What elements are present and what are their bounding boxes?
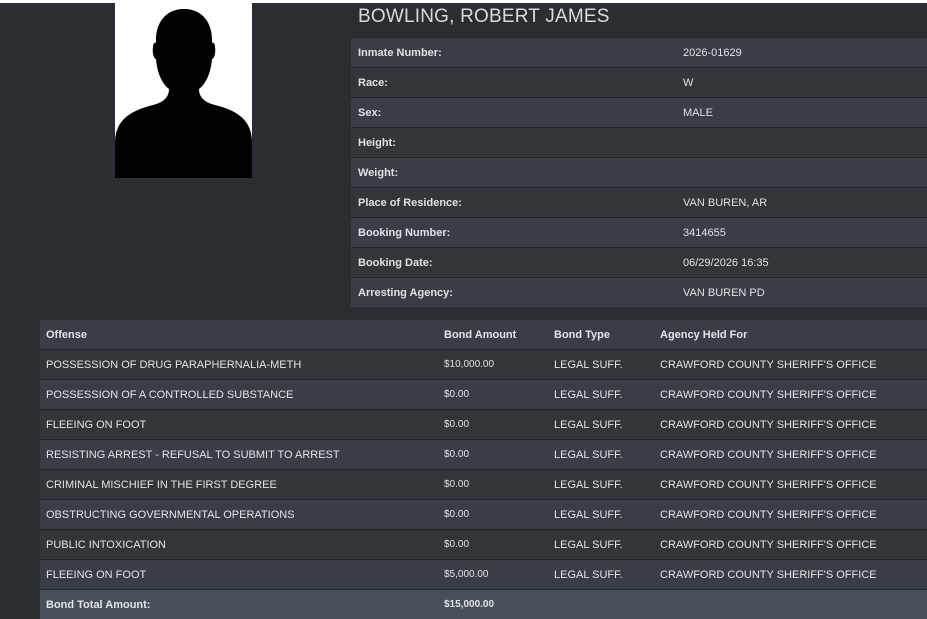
bond-amount-cell: $5,000.00 [444,569,489,580]
offense-cell: FLEEING ON FOOT [46,568,147,581]
detail-row-sex: Sex: MALE [351,97,927,127]
inmate-photo [115,3,252,178]
table-row: RESISTING ARREST - REFUSAL TO SUBMIT TO … [40,439,927,469]
agency-cell: CRAWFORD COUNTY SHERIFF'S OFFICE [660,358,877,371]
offense-cell: POSSESSION OF A CONTROLLED SUBSTANCE [46,388,294,401]
bond-type-cell: LEGAL SUFF. [554,418,623,431]
detail-row-height: Height: [351,127,927,157]
detail-value: 3414655 [683,226,726,239]
detail-value: MALE [683,106,713,119]
detail-row-inmate-number: Inmate Number: 2026-01629 [351,37,927,67]
bond-type-cell: LEGAL SUFF. [554,448,623,461]
agency-cell: CRAWFORD COUNTY SHERIFF'S OFFICE [660,568,877,581]
charges-header-row: Offense Bond Amount Bond Type Agency Hel… [40,320,927,349]
detail-label: Height: [358,136,396,149]
detail-label: Weight: [358,166,399,179]
offense-cell: CRIMINAL MISCHIEF IN THE FIRST DEGREE [46,478,277,491]
agency-cell: CRAWFORD COUNTY SHERIFF'S OFFICE [660,418,877,431]
agency-cell: CRAWFORD COUNTY SHERIFF'S OFFICE [660,508,877,521]
offense-cell: PUBLIC INTOXICATION [46,538,167,551]
bond-amount-cell: $0.00 [444,509,470,520]
agency-cell: CRAWFORD COUNTY SHERIFF'S OFFICE [660,388,877,401]
person-silhouette-icon [115,3,252,178]
offense-cell: FLEEING ON FOOT [46,418,147,431]
table-row: FLEEING ON FOOT $5,000.00 LEGAL SUFF. CR… [40,559,927,589]
bond-amount-cell: $10,000.00 [444,359,495,370]
bond-amount-cell: $0.00 [444,419,470,430]
table-row: POSSESSION OF DRUG PARAPHERNALIA-METH $1… [40,349,927,379]
bond-type-cell: LEGAL SUFF. [554,388,623,401]
detail-row-race: Race: W [351,67,927,97]
table-row: OBSTRUCTING GOVERNMENTAL OPERATIONS $0.0… [40,499,927,529]
column-header-bond-type: Bond Type [554,328,611,341]
detail-value: W [683,76,694,89]
detail-label: Sex: [358,106,382,119]
detail-label: Race: [358,76,388,89]
detail-row-residence: Place of Residence: VAN BUREN, AR [351,187,927,217]
table-row: PUBLIC INTOXICATION $0.00 LEGAL SUFF. CR… [40,529,927,559]
detail-value: VAN BUREN, AR [683,196,768,209]
bond-amount-cell: $0.00 [444,389,470,400]
charges-table: Offense Bond Amount Bond Type Agency Hel… [40,320,927,619]
table-row: FLEEING ON FOOT $0.00 LEGAL SUFF. CRAWFO… [40,409,927,439]
column-header-offense: Offense [46,328,87,341]
column-header-bond-amount: Bond Amount [444,328,517,341]
detail-value: VAN BUREN PD [683,286,765,299]
bond-total-value: $15,000.00 [444,599,495,610]
bond-amount-cell: $0.00 [444,479,470,490]
agency-cell: CRAWFORD COUNTY SHERIFF'S OFFICE [660,478,877,491]
offense-cell: POSSESSION OF DRUG PARAPHERNALIA-METH [46,358,302,371]
bond-type-cell: LEGAL SUFF. [554,478,623,491]
detail-row-arresting-agency: Arresting Agency: VAN BUREN PD [351,277,927,307]
bond-total-label: Bond Total Amount: [46,598,151,611]
bond-amount-cell: $0.00 [444,449,470,460]
offense-cell: OBSTRUCTING GOVERNMENTAL OPERATIONS [46,508,295,521]
bond-type-cell: LEGAL SUFF. [554,358,623,371]
detail-label: Booking Number: [358,226,451,239]
column-header-agency: Agency Held For [660,328,748,341]
offense-cell: RESISTING ARREST - REFUSAL TO SUBMIT TO … [46,448,340,461]
detail-row-booking-number: Booking Number: 3414655 [351,217,927,247]
bond-amount-cell: $0.00 [444,539,470,550]
detail-row-weight: Weight: [351,157,927,187]
table-row: CRIMINAL MISCHIEF IN THE FIRST DEGREE $0… [40,469,927,499]
bond-type-cell: LEGAL SUFF. [554,538,623,551]
detail-value: 06/29/2026 16:35 [683,256,769,269]
detail-value: 2026-01629 [683,46,742,59]
inmate-details-table: Inmate Number: 2026-01629 Race: W Sex: M… [351,37,927,307]
detail-label: Inmate Number: [358,46,442,59]
bond-total-row: Bond Total Amount: $15,000.00 [40,589,927,619]
detail-label: Arresting Agency: [358,286,453,299]
table-row: POSSESSION OF A CONTROLLED SUBSTANCE $0.… [40,379,927,409]
detail-label: Booking Date: [358,256,433,269]
detail-label: Place of Residence: [358,196,462,209]
detail-row-booking-date: Booking Date: 06/29/2026 16:35 [351,247,927,277]
agency-cell: CRAWFORD COUNTY SHERIFF'S OFFICE [660,538,877,551]
bond-type-cell: LEGAL SUFF. [554,568,623,581]
inmate-name: BOWLING, ROBERT JAMES [358,6,610,27]
agency-cell: CRAWFORD COUNTY SHERIFF'S OFFICE [660,448,877,461]
bond-type-cell: LEGAL SUFF. [554,508,623,521]
